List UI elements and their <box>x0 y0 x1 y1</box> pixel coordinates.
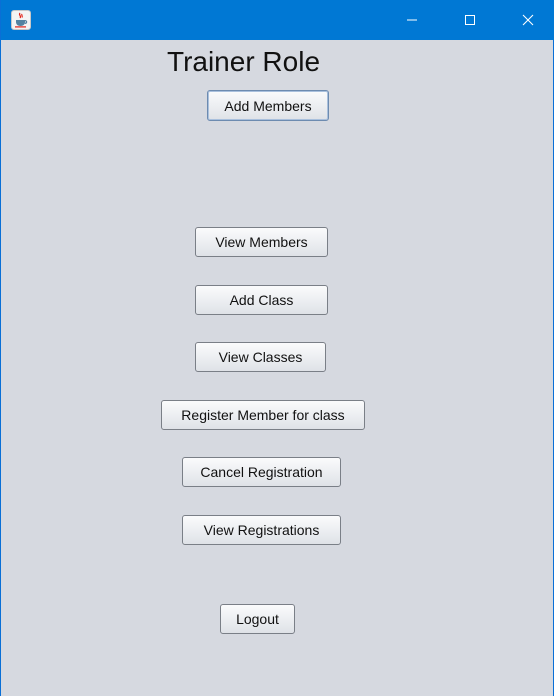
view-registrations-button[interactable]: View Registrations <box>182 515 341 545</box>
view-members-button[interactable]: View Members <box>195 227 328 257</box>
app-window: Trainer Role Add Members View Members Ad… <box>0 0 554 696</box>
logout-button[interactable]: Logout <box>220 604 295 634</box>
minimize-icon <box>406 14 418 26</box>
add-class-button[interactable]: Add Class <box>195 285 328 315</box>
title-bar[interactable] <box>1 0 554 40</box>
close-icon <box>522 14 534 26</box>
view-classes-button[interactable]: View Classes <box>195 342 326 372</box>
maximize-button[interactable] <box>441 0 499 40</box>
register-member-button[interactable]: Register Member for class <box>161 400 365 430</box>
add-members-button[interactable]: Add Members <box>207 90 329 121</box>
close-button[interactable] <box>499 0 554 40</box>
java-cup-icon[interactable] <box>11 10 31 30</box>
maximize-icon <box>464 14 476 26</box>
minimize-button[interactable] <box>383 0 441 40</box>
cancel-registration-button[interactable]: Cancel Registration <box>182 457 341 487</box>
page-title: Trainer Role <box>167 46 321 77</box>
